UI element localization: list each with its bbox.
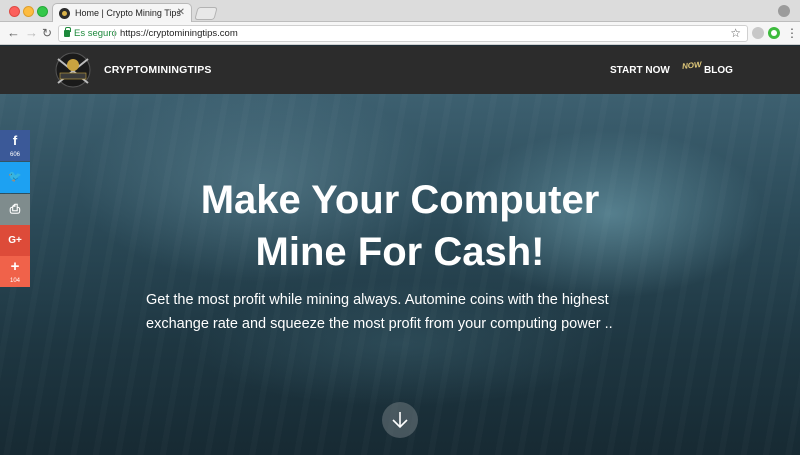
share-twitter-button[interactable]: 🐦 <box>0 162 30 193</box>
extension-power-icon[interactable] <box>768 27 780 39</box>
profile-icon[interactable] <box>778 5 790 17</box>
hero-section: Make Your Computer Mine For Cash! Get th… <box>0 94 800 455</box>
tab-title: Home | Crypto Mining Tips <box>75 8 181 18</box>
extension-icon[interactable] <box>752 27 764 39</box>
close-window-button[interactable] <box>9 6 20 17</box>
arrow-down-icon <box>392 412 408 429</box>
url-text[interactable]: https://cryptominingtips.com <box>120 28 238 39</box>
browser-tabbar: Home | Crypto Mining Tips ✕ <box>0 0 800 23</box>
browser-menu-icon[interactable]: ⋮ <box>786 26 798 40</box>
address-divider <box>114 29 115 39</box>
secure-label: Es seguro <box>74 28 117 39</box>
share-print-button[interactable]: ⎙ <box>0 194 30 225</box>
site-logo[interactable] <box>52 51 94 89</box>
hero-title-line-1: Make Your Computer <box>200 178 600 222</box>
lock-icon <box>64 27 71 37</box>
browser-tab[interactable]: Home | Crypto Mining Tips ✕ <box>52 3 192 23</box>
scroll-down-button[interactable] <box>382 402 418 438</box>
reload-icon[interactable]: ↻ <box>42 25 52 41</box>
site-header: CRYPTOMININGTIPS START NOW NOW BLOG <box>0 46 800 94</box>
facebook-share-count: 606 <box>9 152 20 158</box>
address-bar[interactable]: Es seguro https://cryptominingtips.com ☆ <box>58 25 748 42</box>
hero-subtitle-line-1: Get the most profit while mining always.… <box>146 292 609 308</box>
bookmark-star-icon[interactable]: ☆ <box>730 26 741 40</box>
brand-name[interactable]: CRYPTOMININGTIPS <box>104 64 212 76</box>
more-share-count: 104 <box>9 278 20 284</box>
share-googleplus-button[interactable]: G+ <box>0 225 30 256</box>
maximize-window-button[interactable] <box>37 6 48 17</box>
nav-now-badge: NOW <box>681 60 702 71</box>
googleplus-icon: G+ <box>8 235 22 246</box>
nav-start-now[interactable]: START NOW <box>610 65 670 76</box>
back-arrow-icon[interactable]: ← <box>7 25 20 41</box>
plus-icon: + <box>10 258 20 275</box>
facebook-icon: f <box>12 133 18 148</box>
forward-arrow-icon[interactable]: → <box>25 25 38 41</box>
site-favicon-icon <box>59 8 70 19</box>
share-more-button[interactable]: + 104 <box>0 256 30 287</box>
hero-subtitle: Get the most profit while mining always.… <box>146 288 706 336</box>
print-icon: ⎙ <box>9 201 21 216</box>
new-tab-button[interactable] <box>194 7 218 20</box>
twitter-icon: 🐦 <box>8 171 22 183</box>
minimize-window-button[interactable] <box>23 6 34 17</box>
tab-close-icon[interactable]: ✕ <box>177 7 185 18</box>
share-facebook-button[interactable]: f 606 <box>0 130 30 161</box>
hero-subtitle-line-2: exchange rate and squeeze the most profi… <box>146 316 613 332</box>
browser-toolbar: ← → ↻ Es seguro https://cryptominingtips… <box>0 22 800 45</box>
hero-title-line-2: Mine For Cash! <box>255 230 545 274</box>
hero-title: Make Your Computer Mine For Cash! <box>0 174 800 278</box>
nav-blog[interactable]: BLOG <box>704 65 733 76</box>
